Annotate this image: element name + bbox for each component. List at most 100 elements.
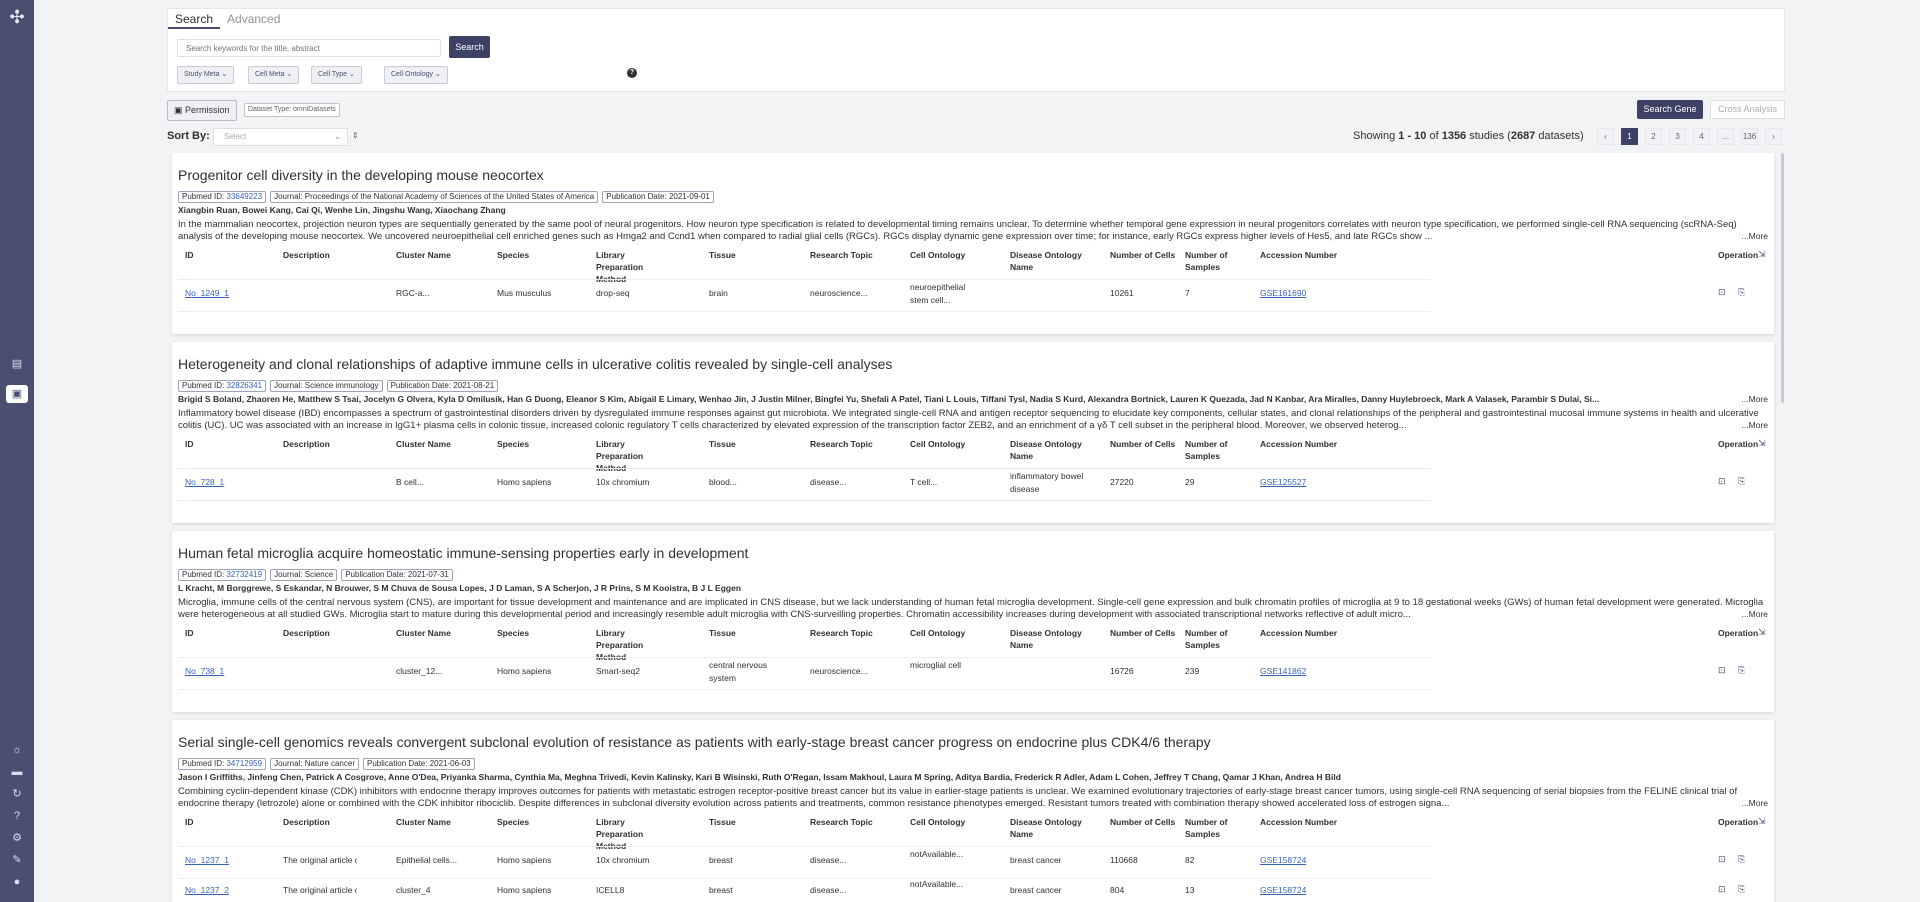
study-card: Human fetal microglia acquire homeostati… <box>172 531 1774 712</box>
table-header: Description <box>283 817 330 827</box>
abstract-more-link[interactable]: ...More <box>1738 420 1768 430</box>
filter-study-meta[interactable]: Study Meta ⌄ <box>177 66 235 84</box>
next-page-button[interactable]: › <box>1765 128 1782 145</box>
feedback-icon[interactable]: ✎ <box>8 852 26 868</box>
pubmed-id[interactable]: 33649223 <box>226 192 262 201</box>
pubmed-id[interactable]: 32826341 <box>226 381 262 390</box>
table-header: Description <box>283 628 330 638</box>
scrollbar[interactable] <box>1781 153 1784 403</box>
accession-link[interactable]: GSE158724 <box>1260 884 1334 897</box>
table-header: Disease Ontology Name <box>1010 817 1082 839</box>
collect-icon[interactable]: ⊡ <box>1718 287 1726 298</box>
search-input[interactable] <box>177 39 441 57</box>
column-settings-icon[interactable]: ⇲ <box>1758 438 1766 449</box>
table-header: Accession Number <box>1260 817 1337 827</box>
tab-advanced[interactable]: Advanced <box>220 9 287 29</box>
dataset-icon[interactable]: ▤ <box>8 356 26 372</box>
study-title[interactable]: Serial single-cell genomics reveals conv… <box>178 734 1211 750</box>
pubmed-badge[interactable]: Pubmed ID: 32732419 <box>178 569 267 581</box>
table-cell: 16726 <box>1110 666 1134 676</box>
view-icon[interactable]: ⎘ <box>1738 884 1745 895</box>
question-icon[interactable]: ? <box>627 68 637 78</box>
view-icon[interactable]: ⎘ <box>1738 854 1745 865</box>
logo-icon[interactable]: ✣ <box>6 6 28 28</box>
table-header: Cluster Name <box>396 817 451 827</box>
dataset-id-link[interactable]: No_1249_1 <box>185 287 259 300</box>
pubmed-id[interactable]: 32732419 <box>226 570 262 579</box>
summary-range: 1 - 10 <box>1398 130 1427 142</box>
search-gene-button[interactable]: Search Gene <box>1637 100 1703 119</box>
column-settings-icon[interactable]: ⇲ <box>1758 249 1766 260</box>
study-abstract: In the mammalian neocortex, projection n… <box>178 219 1737 242</box>
help-icon[interactable]: ? <box>8 808 26 824</box>
search-button[interactable]: Search <box>449 36 490 58</box>
pubmed-badge[interactable]: Pubmed ID: 32826341 <box>178 380 267 392</box>
page-button[interactable]: 2 <box>1645 128 1662 145</box>
document-icon[interactable]: ▬ <box>8 764 26 780</box>
page-button[interactable]: 136 <box>1741 128 1758 145</box>
table-cell: B cell... <box>396 477 424 487</box>
pubmed-badge[interactable]: Pubmed ID: 33649223 <box>178 191 267 203</box>
filter-cell-ontology[interactable]: Cell Ontology ⌄ <box>384 66 448 84</box>
accession-link[interactable]: GSE125527 <box>1260 476 1334 489</box>
date-badge: Publication Date: 2021-08-21 <box>386 380 499 392</box>
table-divider <box>178 657 1431 658</box>
table-header: Description <box>283 439 330 449</box>
dataset-id-link[interactable]: No_1237_1 <box>185 854 259 867</box>
prev-page-button[interactable]: ‹ <box>1597 128 1614 145</box>
study-title[interactable]: Heterogeneity and clonal relationships o… <box>178 356 892 372</box>
filter-cell-meta[interactable]: Cell Meta ⌄ <box>248 66 300 84</box>
column-settings-icon[interactable]: ⇲ <box>1758 627 1766 638</box>
study-title[interactable]: Human fetal microglia acquire homeostati… <box>178 545 748 561</box>
sort-label: Sort By: <box>167 130 210 142</box>
abstract-more-link[interactable]: ...More <box>1738 798 1768 808</box>
pubmed-id[interactable]: 34712959 <box>226 759 262 768</box>
accession-link[interactable]: GSE161690 <box>1260 287 1334 300</box>
collect-icon[interactable]: ⊡ <box>1718 884 1726 895</box>
tools-icon[interactable]: ⚙ <box>8 830 26 846</box>
page-ellipsis[interactable]: … <box>1717 128 1734 145</box>
table-divider <box>178 846 1431 847</box>
view-icon[interactable]: ⎘ <box>1738 287 1745 298</box>
user-icon[interactable]: ● <box>8 874 26 890</box>
sort-order-icon[interactable]: ⇕ <box>352 131 359 140</box>
browse-icon[interactable]: ▣ <box>6 385 28 403</box>
table-cell: disease... <box>810 477 847 487</box>
table-cell: inflammatory bowel disease <box>1010 471 1084 494</box>
dataset-id-link[interactable]: No_738_1 <box>185 665 259 678</box>
dataset-table: ID Description Cluster Name Species Library … <box>178 816 1768 902</box>
page-button[interactable]: 1 <box>1621 128 1638 145</box>
collect-icon[interactable]: ⊡ <box>1718 854 1726 865</box>
dataset-id-link[interactable]: No_1237_2 <box>185 884 259 897</box>
accession-link[interactable]: GSE141862 <box>1260 665 1334 678</box>
sort-select[interactable]: Select ⌄ <box>213 128 348 146</box>
chevron-down-icon: ⌄ <box>349 71 355 78</box>
study-abstract: Inflammatory bowel disease (IBD) encompa… <box>178 408 1759 431</box>
dataset-id-link[interactable]: No_728_1 <box>185 476 259 489</box>
table-header: Research Topic <box>810 250 873 260</box>
table-header: Tissue <box>709 250 736 260</box>
study-title[interactable]: Progenitor cell diversity in the develop… <box>178 167 544 183</box>
tab-search[interactable]: Search <box>168 9 221 29</box>
view-icon[interactable]: ⎘ <box>1738 476 1745 487</box>
permission-button[interactable]: ▣ Permission <box>167 100 237 121</box>
collect-icon[interactable]: ⊡ <box>1718 665 1726 676</box>
table-header: Cluster Name <box>396 628 451 638</box>
cross-analysis-button[interactable]: Cross Analysis <box>1710 100 1785 119</box>
authors-more-link[interactable]: ...More <box>1738 394 1768 404</box>
view-icon[interactable]: ⎘ <box>1738 665 1745 676</box>
page-button[interactable]: 3 <box>1669 128 1686 145</box>
abstract-more-link[interactable]: ...More <box>1738 231 1768 241</box>
filter-cell-type[interactable]: Cell Type ⌄ <box>311 66 362 84</box>
collect-icon[interactable]: ⊡ <box>1718 476 1726 487</box>
history-icon[interactable]: ↻ <box>8 786 26 802</box>
pubmed-badge[interactable]: Pubmed ID: 34712959 <box>178 758 267 770</box>
table-cell: 10261 <box>1110 288 1134 298</box>
accession-link[interactable]: GSE158724 <box>1260 854 1334 867</box>
settings-icon[interactable]: ☼ <box>8 742 26 758</box>
dataset-type-tag[interactable]: Dataset Type: omniDatasets <box>244 103 340 117</box>
column-settings-icon[interactable]: ⇲ <box>1758 816 1766 827</box>
study-card: Heterogeneity and clonal relationships o… <box>172 342 1774 523</box>
page-button[interactable]: 4 <box>1693 128 1710 145</box>
abstract-more-link[interactable]: ...More <box>1738 609 1768 619</box>
